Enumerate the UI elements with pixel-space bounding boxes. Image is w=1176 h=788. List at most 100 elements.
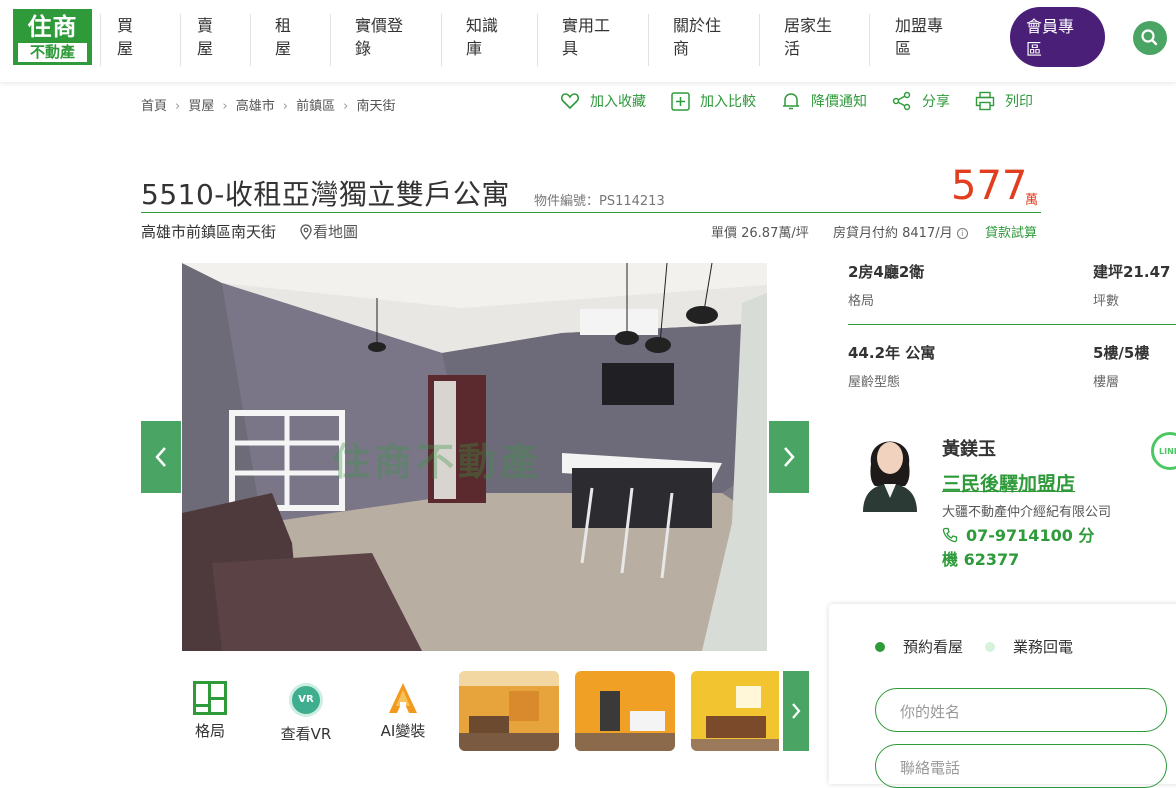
photo-watermark: 住商不動產 [332,440,543,484]
agent-name: 黃鎂玉 [942,439,996,460]
ai-decor-icon [389,683,417,713]
nav-tools[interactable]: 實用工具 [537,14,610,66]
monthly-payment-text: 房貸月付約 8417/月 [833,226,953,241]
tab-callback[interactable]: 業務回電 [985,636,1073,657]
add-compare-button[interactable]: 加入比較 [671,91,756,111]
nav-label: 錄 [355,39,372,58]
info-icon[interactable]: i [956,228,968,239]
photo-thumbnail[interactable] [575,671,675,751]
nav-knowledge[interactable]: 知識庫 [441,14,498,66]
name-input[interactable]: 你的姓名 [875,688,1167,732]
add-favorite-button[interactable]: 加入收藏 [560,91,646,111]
title-divider [141,212,1041,213]
nav-rent[interactable]: 租屋 [250,14,291,66]
nav-label: 商 [673,39,690,58]
member-area-button[interactable]: 會員專 區 [1010,7,1105,67]
nav-label: 居家生 [784,16,833,35]
agent-avatar [857,424,923,512]
tab-label: 預約看屋 [903,638,964,656]
loan-calculator-link[interactable]: 貸款試算 [985,222,1037,241]
favorite-label: 加入收藏 [590,94,646,110]
share-icon [892,91,911,111]
ai-decor-button[interactable]: AI變裝 [377,680,429,741]
compare-label: 加入比較 [700,94,756,110]
agent-company: 大疆不動產仲介經紀有限公司 [942,505,1112,520]
nav-sell[interactable]: 賣屋 [180,14,213,66]
object-number: 物件編號：PS114213 [534,194,665,209]
line-contact-button[interactable]: LINE [1151,432,1176,470]
spec-area-label: 坪數 [1093,294,1120,309]
nav-buy[interactable]: 買屋 [100,14,133,66]
nav-label: 具 [562,39,579,58]
agent-store-link[interactable]: 三民後驛加盟店 [942,469,1075,496]
nav-label: 加盟專 [895,16,944,35]
unit-price: 單價 26.87萬/坪 [711,226,809,241]
nav-label: 實價登 [355,16,404,35]
thumbnail-next-button[interactable] [783,671,809,751]
breadcrumb-separator: › [175,99,181,114]
nav-label: 實用工 [562,16,611,35]
breadcrumb-street[interactable]: 南天街 [356,99,395,114]
breadcrumb-city[interactable]: 高雄市 [236,99,275,114]
nav-label: 買 [117,16,134,35]
floorplan-icon [193,681,227,715]
spec-floor-value: 5樓/5樓 [1093,344,1150,362]
tab-label: 業務回電 [1013,638,1074,656]
tab-inactive-dot [985,641,995,652]
breadcrumb-home[interactable]: 首頁 [141,99,167,114]
main-photo[interactable]: 住商不動產 [182,263,767,651]
breadcrumb-buy[interactable]: 買屋 [188,99,214,114]
heart-icon [560,93,580,110]
chevron-left-icon [155,447,166,467]
price-unit: 萬 [1025,193,1039,208]
bell-icon [783,93,799,110]
phone-icon [942,527,958,543]
floorplan-button[interactable]: 格局 [190,680,230,741]
notify-label: 降價通知 [811,94,867,110]
nav-franchise[interactable]: 加盟專區 [869,14,943,66]
printer-icon [975,91,995,111]
nav-about[interactable]: 關於住商 [648,14,721,66]
ai-decor-label: AI變裝 [380,722,426,740]
member-label: 區 [1026,40,1043,59]
nav-label: 關於住 [673,16,722,35]
spec-age-value: 44.2年 公寓 [848,344,936,362]
breadcrumb-separator: › [343,99,349,114]
view-map-link[interactable]: 看地圖 [299,221,358,242]
nav-price-registry[interactable]: 實價登錄 [330,14,403,66]
tab-book-visit[interactable]: 預約看屋 [875,636,963,657]
photo-prev-button[interactable] [141,421,181,493]
map-pin-icon [300,223,312,240]
price-drop-notify-button[interactable]: 降價通知 [781,91,867,111]
agent-phone[interactable]: 07-9714100 分機 62377 [942,524,1102,572]
share-button[interactable]: 分享 [892,91,950,111]
listing-title: 5510-收租亞灣獨立雙戶公寓 [141,178,510,211]
print-label: 列印 [1005,94,1033,110]
search-button[interactable] [1133,21,1167,55]
print-button[interactable]: 列印 [975,91,1033,111]
nav-label: 庫 [466,39,483,58]
spec-age-label: 屋齡型態 [848,375,901,390]
breadcrumb-district[interactable]: 前鎮區 [296,99,335,114]
nav-label: 屋 [117,39,134,58]
phone-input[interactable]: 聯絡電話 [875,744,1167,788]
nav-home-life[interactable]: 居家生活 [759,14,832,66]
listing-address: 高雄市前鎮區南天街 [141,223,277,241]
spec-rooms-value: 2房4廳2衛 [848,263,925,281]
thumbnail-image [691,671,779,751]
view-vr-button[interactable]: VR 查看VR [276,680,336,744]
photo-thumbnail[interactable] [691,671,779,751]
nav-label: 屋 [197,39,214,58]
share-label: 分享 [922,94,950,110]
spec-floor-label: 樓層 [1093,375,1120,390]
spec-rooms-label: 格局 [848,294,875,309]
logo-bottom-text: 不動產 [18,43,87,62]
site-header: 住商 不動產 買屋 賣屋 租屋 實價登錄 知識庫 實用工具 關於住商 居家生活 … [0,0,1176,82]
plus-square-icon [671,91,690,111]
listing-price: 577 [951,163,1028,209]
site-logo[interactable]: 住商 不動產 [13,9,92,65]
photo-thumbnail[interactable] [459,671,559,751]
photo-next-button[interactable] [769,421,809,493]
member-label: 會員專 [1026,17,1075,36]
tab-active-dot [875,641,885,652]
